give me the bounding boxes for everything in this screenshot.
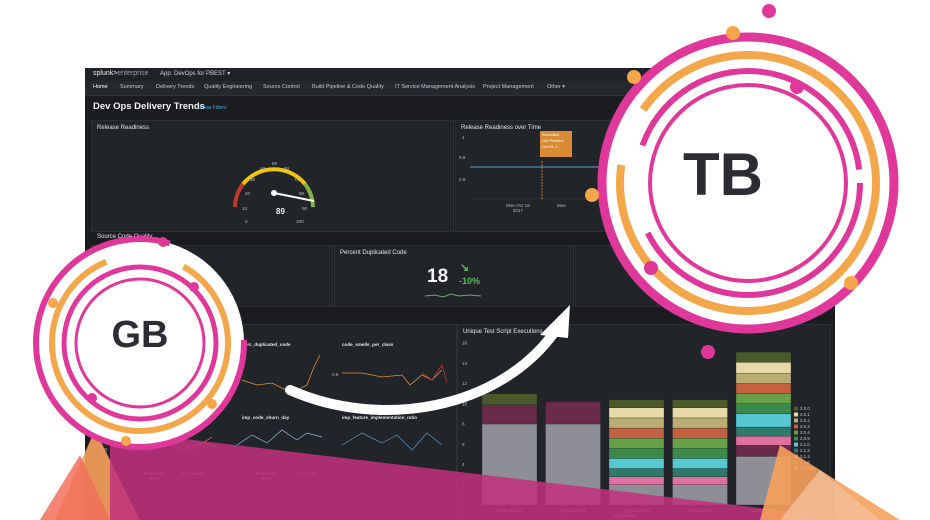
curved-arrow — [285, 325, 561, 415]
ring-dot — [726, 26, 740, 40]
ring-dot — [644, 261, 658, 275]
ring-dot — [189, 282, 199, 292]
overlay-graphics — [33, 4, 900, 520]
ring-dot — [762, 4, 776, 18]
ring-dot — [844, 276, 858, 290]
ring-dot — [627, 70, 641, 84]
ring-dot — [701, 345, 715, 359]
ring-dot — [207, 399, 217, 409]
tb-badge-label: TB — [683, 141, 763, 208]
gb-badge-label: GB — [111, 314, 169, 356]
ring-dot — [121, 436, 131, 446]
ring-dot — [158, 237, 168, 247]
magenta-wedge — [110, 430, 860, 520]
ring-dot — [790, 80, 804, 94]
ring-dot — [585, 188, 599, 202]
ring-dot — [87, 393, 97, 403]
ring-dot — [48, 298, 58, 308]
arrow-head — [540, 305, 570, 338]
